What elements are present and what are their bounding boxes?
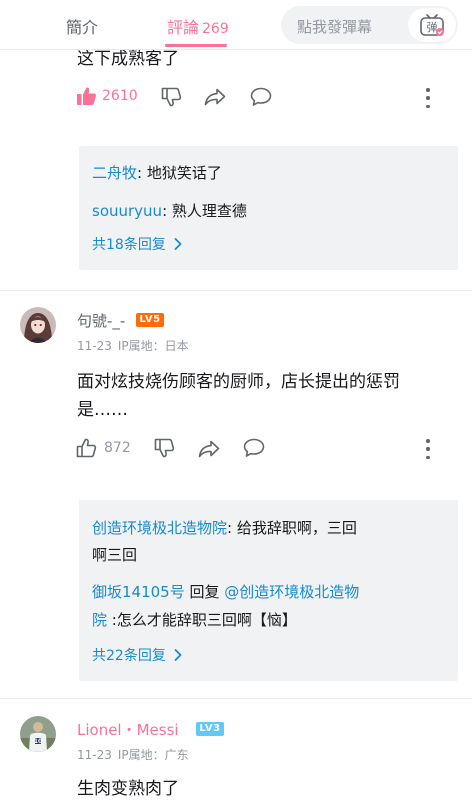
comment-text-line2: 是…… xyxy=(77,400,128,420)
comment-divider xyxy=(0,698,472,699)
like-count: 872 xyxy=(104,440,131,456)
level-badge: LV3 xyxy=(196,722,224,736)
tab-intro[interactable]: 簡介 xyxy=(66,14,98,38)
reply-text: : 地狱笑话了 xyxy=(137,164,222,182)
thumbs-up-icon xyxy=(76,438,97,458)
username[interactable]: 句號-_- xyxy=(77,310,125,331)
comment-divider xyxy=(0,290,472,291)
thumbs-up-icon xyxy=(77,87,96,105)
comment-count: 269 xyxy=(202,21,229,37)
like-count: 2610 xyxy=(102,88,138,104)
speech-bubble-icon xyxy=(243,438,265,457)
reply-author[interactable]: 创造环境极北造物院 xyxy=(92,519,227,537)
more-options-icon[interactable] xyxy=(424,439,432,459)
like-button[interactable]: 872 xyxy=(76,438,131,458)
reply-mention[interactable]: @创造环境极北造物 xyxy=(224,583,359,601)
thumbs-down-icon xyxy=(161,87,182,107)
dislike-button[interactable] xyxy=(154,438,175,458)
reply-item: 御坂14105号 回复 @创造环境极北造物 xyxy=(92,578,359,606)
tab-comments-label: 評論 xyxy=(167,18,200,37)
username[interactable]: Lionel・Messi xyxy=(77,719,179,740)
reply-mention-continued[interactable]: 院 xyxy=(92,611,107,629)
comment-meta: 11-23 IP属地：广东 xyxy=(77,746,195,763)
top-tab-bar: 簡介 評論 269 點我發彈幕 弹 xyxy=(0,0,472,50)
reply-item: souuryuu: 熟人理查德 xyxy=(92,197,247,225)
avatar[interactable]: 10 xyxy=(20,716,56,752)
reply-text: :怎么才能辞职三回啊【恼】 xyxy=(107,611,297,629)
share-icon xyxy=(204,88,226,106)
share-button[interactable] xyxy=(204,88,226,106)
reply-text: : 给我辞职啊，三回 xyxy=(227,519,357,537)
danmaku-icon-glyph: 弹 xyxy=(427,20,438,34)
reply-preview-box[interactable]: 创造环境极北造物院: 给我辞职啊，三回 啊三回 御坂14105号 回复 @创造环… xyxy=(79,500,458,681)
reply-item-continued: 院 :怎么才能辞职三回啊【恼】 xyxy=(92,606,297,634)
view-all-replies-label: 共22条回复 xyxy=(92,648,166,664)
comment-text-line1: 面对炫技烧伤顾客的厨师，店长提出的惩罚 xyxy=(77,372,400,392)
level-badge: LV5 xyxy=(136,313,164,327)
svg-text:10: 10 xyxy=(34,738,42,745)
reply-text-line2: 啊三回 xyxy=(92,546,138,564)
active-tab-indicator xyxy=(165,44,227,47)
speech-bubble-icon xyxy=(250,87,272,106)
like-button[interactable]: 2610 xyxy=(76,86,138,106)
view-all-replies-label: 共18条回复 xyxy=(92,237,166,253)
comment-reply-button[interactable] xyxy=(250,87,272,107)
ip-location: IP属地：日本 xyxy=(117,339,189,353)
view-all-replies-link[interactable]: 共18条回复 xyxy=(92,234,184,254)
danmaku-placeholder: 點我發彈幕 xyxy=(297,18,373,36)
comment-text: 生肉变熟肉了 xyxy=(77,779,179,799)
share-button[interactable] xyxy=(198,440,220,458)
comment-date: 11-23 xyxy=(77,339,112,353)
reply-text: : 熟人理查德 xyxy=(162,202,247,220)
danmaku-toggle-button[interactable]: 弹 xyxy=(408,8,456,42)
comment-reply-button[interactable] xyxy=(243,438,265,458)
view-all-replies-link[interactable]: 共22条回复 xyxy=(92,645,184,665)
danmaku-icon: 弹 xyxy=(420,14,444,36)
reply-connector: 回复 xyxy=(184,583,225,601)
reply-item: 创造环境极北造物院: 给我辞职啊，三回 xyxy=(92,514,357,542)
chevron-right-icon xyxy=(174,649,182,661)
comment-meta: 11-23 IP属地：日本 xyxy=(77,337,195,354)
dislike-button[interactable] xyxy=(161,87,182,107)
reply-author[interactable]: 御坂14105号 xyxy=(92,583,185,601)
share-icon xyxy=(198,440,220,458)
danmaku-input[interactable]: 點我發彈幕 弹 xyxy=(281,6,458,44)
more-options-icon[interactable] xyxy=(424,88,432,108)
avatar-image xyxy=(20,307,56,343)
reply-author[interactable]: 二舟牧 xyxy=(92,164,137,182)
chevron-right-icon xyxy=(174,238,182,250)
avatar[interactable] xyxy=(20,307,56,343)
reply-item: 二舟牧: 地狱笑话了 xyxy=(92,159,222,187)
tab-comments[interactable]: 評論 269 xyxy=(167,14,229,38)
comment-date: 11-23 xyxy=(77,748,112,762)
reply-author[interactable]: souuryuu xyxy=(92,202,162,220)
reply-preview-box[interactable]: 二舟牧: 地狱笑话了 souuryuu: 熟人理查德 共18条回复 xyxy=(79,146,458,270)
ip-location: IP属地：广东 xyxy=(117,748,189,762)
thumbs-down-icon xyxy=(154,438,175,458)
avatar-image: 10 xyxy=(20,716,56,752)
